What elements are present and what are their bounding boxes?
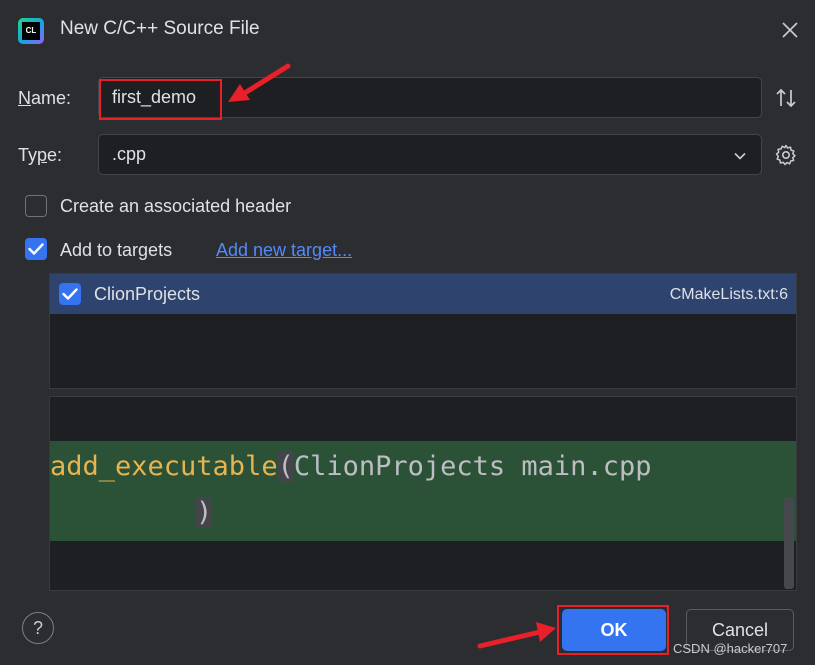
- code-function: add_executable: [50, 451, 278, 482]
- check-icon: [62, 288, 78, 300]
- clion-app-icon: CL: [18, 18, 44, 44]
- associated-header-checkbox[interactable]: [25, 195, 47, 217]
- app-icon-text: CL: [22, 22, 40, 40]
- ok-highlight-box: [557, 605, 669, 655]
- code-line-1: add_executable(ClionProjects main.cpp: [50, 451, 651, 482]
- gear-icon[interactable]: [774, 143, 798, 167]
- target-name: ClionProjects: [94, 284, 201, 304]
- help-button[interactable]: ?: [22, 612, 54, 644]
- code-line-2: ): [196, 497, 213, 528]
- add-new-target-link[interactable]: Add new target...: [216, 240, 352, 261]
- add-to-targets-label: Add to targets: [60, 240, 173, 260]
- type-label: Type:: [18, 145, 63, 165]
- list-item[interactable]: ClionProjects CMakeLists.txt:6: [50, 274, 796, 314]
- chevron-down-icon: [734, 152, 746, 160]
- code-close-paren: ): [196, 497, 213, 528]
- type-select[interactable]: .cpp: [98, 134, 762, 175]
- code-preview: add_executable(ClionProjects main.cpp ): [49, 396, 797, 591]
- targets-list: ClionProjects CMakeLists.txt:6: [49, 273, 797, 389]
- preview-scrollbar[interactable]: [784, 497, 794, 589]
- dialog-title: New C/C++ Source File: [60, 18, 260, 39]
- watermark: CSDN @hacker707: [673, 641, 788, 656]
- add-to-targets-checkbox[interactable]: [25, 238, 47, 260]
- name-highlight-box: [99, 79, 222, 120]
- name-label: Name:: [18, 88, 72, 108]
- target-file: CMakeLists.txt:6: [669, 286, 788, 303]
- annotation-arrow-name: [228, 63, 291, 102]
- annotation-arrow-ok: [477, 622, 556, 649]
- check-icon: [28, 243, 44, 255]
- close-icon[interactable]: [779, 19, 801, 41]
- associated-header-label: Create an associated header: [60, 196, 292, 216]
- sort-icon[interactable]: [774, 86, 798, 110]
- target-checkbox[interactable]: [59, 283, 81, 305]
- type-select-value: .cpp: [112, 144, 147, 164]
- code-open-paren: (: [277, 451, 294, 482]
- code-args: ClionProjects main.cpp: [293, 451, 652, 482]
